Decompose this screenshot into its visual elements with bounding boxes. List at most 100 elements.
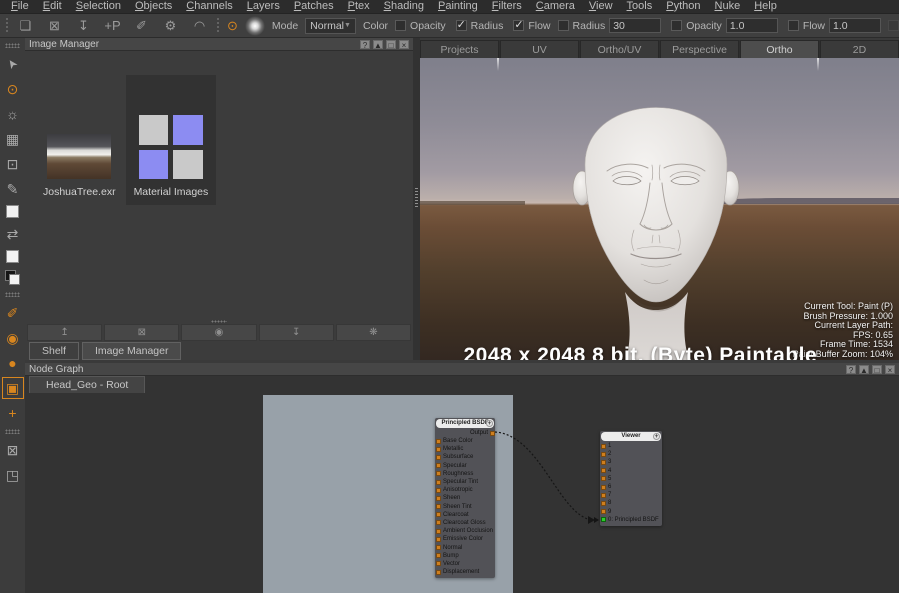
mesh-warp-tool[interactable]: ▦ [4,130,22,148]
input-port[interactable] [436,480,441,485]
paint-target-tool[interactable]: ⊙ [4,80,22,98]
menu-item[interactable]: View [582,0,620,13]
light-tool[interactable]: ☼ [4,105,22,123]
node-graph-canvas[interactable]: Principled BSDF + Output Base ColorMetal… [25,393,899,593]
projection-settings-button[interactable]: ⚙ [161,16,180,36]
paint-target-button[interactable]: ⊙ [227,16,238,36]
checkbox-icon[interactable] [558,20,569,31]
remove-image-button[interactable]: ⊠ [104,324,179,341]
node-input-row[interactable]: 3 [600,458,662,466]
node-header[interactable]: Principled BSDF + [436,419,494,428]
collapse-button[interactable]: ▲ [859,365,869,374]
output-port[interactable] [490,431,495,436]
rail-drag-handle[interactable] [5,292,20,297]
float-button[interactable]: □ [872,365,882,374]
input-port[interactable] [436,455,441,460]
clear-buffer-button[interactable]: ⊠ [4,441,22,459]
palette-button[interactable]: ❋ [336,324,411,341]
input-port[interactable] [436,537,441,542]
input-port[interactable] [601,485,606,490]
input-port[interactable] [436,439,441,444]
input-port[interactable] [436,520,441,525]
menu-item[interactable]: Selection [69,0,128,13]
float-button[interactable]: □ [386,40,396,49]
shader-eye-tool[interactable]: ◉ [4,329,22,347]
radius-toggle[interactable]: Radius [456,20,504,32]
close-image-button[interactable]: ⊠ [45,16,64,36]
rail-drag-handle[interactable] [5,429,20,434]
menu-item[interactable]: Camera [529,0,582,13]
toolbar-drag-handle[interactable] [216,17,220,34]
input-port[interactable] [436,463,441,468]
node-input-row[interactable]: Bump [435,552,495,560]
input-port[interactable] [436,553,441,558]
add-tool-button[interactable]: + [4,404,22,422]
checkbox-icon[interactable] [671,20,682,31]
node-input-row[interactable]: Specular Tint [435,478,495,486]
input-port[interactable] [436,561,441,566]
node-input-row[interactable]: Anisotropic [435,486,495,494]
viewport-canvas[interactable]: Current Tool: Paint (P)Brush Pressure: 1… [420,58,899,360]
input-port[interactable] [601,468,606,473]
import-image-button[interactable]: ↧ [74,16,93,36]
mode-dropdown[interactable]: Normal ▼ [305,18,356,34]
add-paint-target-button[interactable]: +P [103,16,122,36]
background-color-swatch[interactable] [6,250,19,263]
menu-item[interactable]: Painting [431,0,485,13]
input-port[interactable] [601,476,606,481]
node-input-row[interactable]: Ambient Occlusion [435,527,495,535]
input-port[interactable] [436,512,441,517]
tab-shelf[interactable]: Shelf [29,342,79,360]
menu-item[interactable]: Layers [240,0,287,13]
flow-toggle[interactable]: Flow [513,20,550,32]
paint-through-button[interactable]: ✐ [132,16,151,36]
load-image-button[interactable]: ↥ [27,324,102,341]
field-input[interactable] [829,18,881,33]
node-input-row[interactable]: Emissive Color [435,535,495,543]
input-port[interactable] [436,471,441,476]
menu-item[interactable]: Filters [485,0,529,13]
reset-colors-swatch[interactable] [5,270,20,285]
node-input-row[interactable]: 4 [600,467,662,475]
close-button[interactable]: × [399,40,409,49]
node-input-row[interactable]: Displacement [435,568,495,576]
input-port[interactable] [436,447,441,452]
rail-drag-handle[interactable] [5,43,20,48]
menu-item[interactable]: Shading [377,0,431,13]
node-input-row[interactable]: 1 [600,442,662,450]
collapse-button[interactable]: ▲ [373,40,383,49]
marquee-select-tool[interactable]: ⊡ [4,155,22,173]
opacity-toggle[interactable]: Opacity [395,20,446,32]
shader-sphere-tool[interactable]: ● [4,354,22,372]
node-add-icon[interactable]: + [653,433,660,440]
node-input-row[interactable]: 7 [600,491,662,499]
input-port[interactable] [601,460,606,465]
input-port[interactable] [601,444,606,449]
tab-ortho[interactable]: Ortho [740,40,819,58]
menu-item[interactable]: Nuke [708,0,748,13]
menu-item[interactable]: Python [659,0,707,13]
paint-buffer-tool[interactable]: ▣ [4,379,22,397]
node-input-row[interactable]: Sheen Tint [435,503,495,511]
node-input-row[interactable]: Subsurface [435,453,495,461]
menu-item[interactable]: Channels [179,0,240,13]
select-tool[interactable]: ➤ [4,55,22,73]
input-port[interactable] [436,570,441,575]
node-input-row[interactable]: Clearcoat Gloss [435,519,495,527]
tab-image-manager[interactable]: Image Manager [82,342,182,360]
tab-projects[interactable]: Projects [420,40,499,58]
vertical-splitter[interactable] [413,38,420,360]
node-input-row[interactable]: 5 [600,475,662,483]
node-input-row[interactable]: Specular [435,462,495,470]
node-input-row[interactable]: 2 [600,450,662,458]
menu-item[interactable]: Help [747,0,784,13]
field-input[interactable] [609,18,661,33]
node-header[interactable]: Viewer + [601,432,661,441]
node-input-row[interactable]: Roughness [435,470,495,478]
node-input-row[interactable]: Metallic [435,445,495,453]
node-add-icon[interactable]: + [486,420,493,427]
menu-item[interactable]: Patches [287,0,341,13]
export-image-button[interactable]: ↧ [259,324,334,341]
tab-perspective[interactable]: Perspective [660,40,739,58]
connected-input-port[interactable] [601,517,606,522]
